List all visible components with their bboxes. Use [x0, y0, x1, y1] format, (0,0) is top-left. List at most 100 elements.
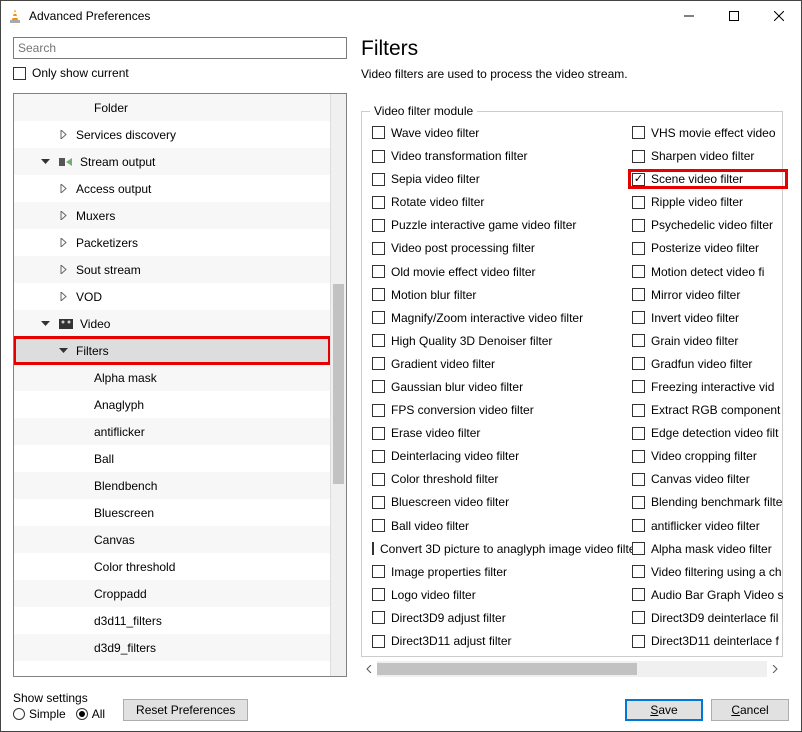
tree-item-d3d9-filters[interactable]: d3d9_filters — [14, 634, 330, 661]
filter-label: Extract RGB component — [651, 403, 780, 417]
filter-checkbox-gaussian-blur-video-filter[interactable]: Gaussian blur video filter — [372, 380, 632, 394]
tree-item-d3d11-filters[interactable]: d3d11_filters — [14, 607, 330, 634]
filter-checkbox-rotate-video-filter[interactable]: Rotate video filter — [372, 195, 632, 209]
tree-item-bluescreen[interactable]: Bluescreen — [14, 499, 330, 526]
cancel-button[interactable]: Cancel — [711, 699, 789, 721]
only-show-current-checkbox[interactable]: Only show current — [13, 66, 347, 80]
filter-checkbox-fps-conversion-video-filter[interactable]: FPS conversion video filter — [372, 403, 632, 417]
filter-checkbox-psychedelic-video-filter[interactable]: Psychedelic video filter — [632, 218, 784, 232]
filter-checkbox-video-cropping-filter[interactable]: Video cropping filter — [632, 449, 784, 463]
tree-item-stream-output[interactable]: Stream output — [14, 148, 330, 175]
minimize-button[interactable] — [666, 1, 711, 31]
filter-checkbox-posterize-video-filter[interactable]: Posterize video filter — [632, 241, 784, 255]
filter-checkbox-canvas-video-filter[interactable]: Canvas video filter — [632, 472, 784, 486]
hscroll-thumb[interactable] — [377, 663, 637, 675]
radio-simple[interactable]: Simple — [13, 707, 66, 721]
filter-checkbox-video-filtering-using-a-ch[interactable]: Video filtering using a ch — [632, 565, 784, 579]
chevron-right-icon[interactable] — [56, 290, 70, 304]
filter-checkbox-gradient-video-filter[interactable]: Gradient video filter — [372, 357, 632, 371]
tree-item-color-threshold[interactable]: Color threshold — [14, 553, 330, 580]
filter-checkbox-freezing-interactive-vid[interactable]: Freezing interactive vid — [632, 380, 784, 394]
tree-item-folder[interactable]: Folder — [14, 94, 330, 121]
reset-preferences-button[interactable]: Reset Preferences — [123, 699, 248, 721]
tree-item-antiflicker[interactable]: antiflicker — [14, 418, 330, 445]
tree-item-packetizers[interactable]: Packetizers — [14, 229, 330, 256]
filter-checkbox-audio-bar-graph-video-s[interactable]: Audio Bar Graph Video s — [632, 588, 784, 602]
filter-label: High Quality 3D Denoiser filter — [391, 334, 552, 348]
chevron-right-icon[interactable] — [56, 209, 70, 223]
chevron-right-icon[interactable] — [56, 236, 70, 250]
filter-checkbox-sharpen-video-filter[interactable]: Sharpen video filter — [632, 149, 784, 163]
tree-item-ball[interactable]: Ball — [14, 445, 330, 472]
filter-checkbox-antiflicker-video-filter[interactable]: antiflicker video filter — [632, 519, 784, 533]
chevron-down-icon[interactable] — [38, 317, 52, 331]
filter-checkbox-logo-video-filter[interactable]: Logo video filter — [372, 588, 632, 602]
tree-scrollbar[interactable] — [330, 94, 346, 676]
filter-label: Image properties filter — [391, 565, 507, 579]
chevron-down-icon[interactable] — [56, 344, 70, 358]
filter-checkbox-vhs-movie-effect-video[interactable]: VHS movie effect video — [632, 126, 784, 140]
tree-item-vod[interactable]: VOD — [14, 283, 330, 310]
filter-label: Gradient video filter — [391, 357, 495, 371]
tree-item-filters[interactable]: Filters — [14, 337, 330, 364]
scrollbar-thumb[interactable] — [333, 284, 344, 484]
filter-checkbox-direct3d9-adjust-filter[interactable]: Direct3D9 adjust filter — [372, 611, 632, 625]
filter-checkbox-extract-rgb-component[interactable]: Extract RGB component — [632, 403, 784, 417]
filter-checkbox-gradfun-video-filter[interactable]: Gradfun video filter — [632, 357, 784, 371]
chevron-right-icon[interactable] — [56, 263, 70, 277]
filter-checkbox-motion-detect-video-fi[interactable]: Motion detect video fi — [632, 265, 784, 279]
filter-checkbox-sepia-video-filter[interactable]: Sepia video filter — [372, 172, 632, 186]
horizontal-scrollbar[interactable] — [361, 661, 783, 677]
filter-checkbox-erase-video-filter[interactable]: Erase video filter — [372, 426, 632, 440]
chevron-right-icon[interactable] — [56, 128, 70, 142]
checkbox-icon — [632, 357, 645, 370]
filter-checkbox-direct3d11-deinterlace-f[interactable]: Direct3D11 deinterlace f — [632, 634, 784, 648]
filter-checkbox-video-transformation-filter[interactable]: Video transformation filter — [372, 149, 632, 163]
radio-all[interactable]: All — [76, 707, 105, 721]
filter-checkbox-puzzle-interactive-game-video-filter[interactable]: Puzzle interactive game video filter — [372, 218, 632, 232]
tree-item-access-output[interactable]: Access output — [14, 175, 330, 202]
filter-checkbox-bluescreen-video-filter[interactable]: Bluescreen video filter — [372, 496, 632, 510]
filter-checkbox-old-movie-effect-video-filter[interactable]: Old movie effect video filter — [372, 265, 632, 279]
filter-checkbox-magnify-zoom-interactive-video-filter[interactable]: Magnify/Zoom interactive video filter — [372, 311, 632, 325]
filter-checkbox-direct3d11-adjust-filter[interactable]: Direct3D11 adjust filter — [372, 634, 632, 648]
tree-item-services-discovery[interactable]: Services discovery — [14, 121, 330, 148]
filter-checkbox-deinterlacing-video-filter[interactable]: Deinterlacing video filter — [372, 449, 632, 463]
tree-item-video[interactable]: Video — [14, 310, 330, 337]
search-input[interactable] — [13, 37, 347, 59]
filter-checkbox-scene-video-filter[interactable]: Scene video filter — [630, 171, 786, 187]
checkbox-icon — [372, 611, 385, 624]
filter-checkbox-color-threshold-filter[interactable]: Color threshold filter — [372, 472, 632, 486]
preferences-tree[interactable]: FolderServices discoveryStream outputAcc… — [14, 94, 330, 676]
scroll-left-icon[interactable] — [361, 661, 377, 677]
filter-checkbox-wave-video-filter[interactable]: Wave video filter — [372, 126, 632, 140]
tree-item-sout-stream[interactable]: Sout stream — [14, 256, 330, 283]
tree-item-croppadd[interactable]: Croppadd — [14, 580, 330, 607]
tree-item-alpha-mask[interactable]: Alpha mask — [14, 364, 330, 391]
chevron-down-icon[interactable] — [38, 155, 52, 169]
filter-checkbox-image-properties-filter[interactable]: Image properties filter — [372, 565, 632, 579]
scroll-right-icon[interactable] — [767, 661, 783, 677]
filter-checkbox-alpha-mask-video-filter[interactable]: Alpha mask video filter — [632, 542, 784, 556]
filter-checkbox-high-quality-3d-denoiser-filter[interactable]: High Quality 3D Denoiser filter — [372, 334, 632, 348]
tree-item-anaglyph[interactable]: Anaglyph — [14, 391, 330, 418]
filter-label: Direct3D9 adjust filter — [391, 611, 506, 625]
filter-checkbox-direct3d9-deinterlace-fil[interactable]: Direct3D9 deinterlace fil — [632, 611, 784, 625]
filter-checkbox-ripple-video-filter[interactable]: Ripple video filter — [632, 195, 784, 209]
filter-checkbox-convert-3d-picture-to-anaglyph-image-video-filter[interactable]: Convert 3D picture to anaglyph image vid… — [372, 542, 632, 556]
tree-item-canvas[interactable]: Canvas — [14, 526, 330, 553]
filter-checkbox-ball-video-filter[interactable]: Ball video filter — [372, 519, 632, 533]
maximize-button[interactable] — [711, 1, 756, 31]
filter-checkbox-mirror-video-filter[interactable]: Mirror video filter — [632, 288, 784, 302]
tree-item-blendbench[interactable]: Blendbench — [14, 472, 330, 499]
chevron-right-icon[interactable] — [56, 182, 70, 196]
filter-checkbox-blending-benchmark-filte[interactable]: Blending benchmark filte — [632, 496, 784, 510]
filter-checkbox-motion-blur-filter[interactable]: Motion blur filter — [372, 288, 632, 302]
filter-checkbox-video-post-processing-filter[interactable]: Video post processing filter — [372, 241, 632, 255]
save-button[interactable]: Save — [625, 699, 703, 721]
filter-checkbox-grain-video-filter[interactable]: Grain video filter — [632, 334, 784, 348]
filter-checkbox-invert-video-filter[interactable]: Invert video filter — [632, 311, 784, 325]
tree-item-muxers[interactable]: Muxers — [14, 202, 330, 229]
filter-checkbox-edge-detection-video-filt[interactable]: Edge detection video filt — [632, 426, 784, 440]
close-button[interactable] — [756, 1, 801, 31]
